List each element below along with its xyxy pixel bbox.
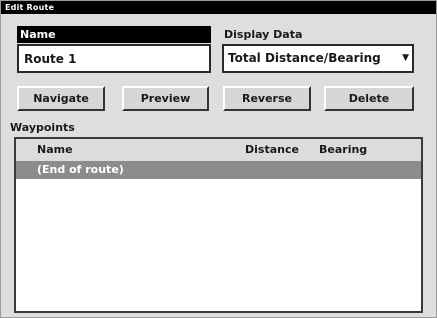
dropdown-arrow-icon[interactable]: ▼ <box>402 46 409 71</box>
waypoints-list[interactable]: Name Distance Bearing (End of route) <box>14 137 423 313</box>
title-bar: Edit Route <box>1 1 436 14</box>
reverse-button[interactable]: Reverse <box>223 86 311 111</box>
delete-button[interactable]: Delete <box>324 86 414 111</box>
window-title: Edit Route <box>5 3 55 12</box>
preview-button[interactable]: Preview <box>122 86 209 111</box>
route-name-input[interactable] <box>17 44 211 73</box>
navigate-button[interactable]: Navigate <box>17 86 105 111</box>
waypoint-row-name: (End of route) <box>37 163 124 176</box>
waypoint-row-end-of-route[interactable]: (End of route) <box>16 161 421 179</box>
waypoints-label: Waypoints <box>10 121 75 134</box>
column-header-distance[interactable]: Distance <box>245 143 299 157</box>
column-header-name[interactable]: Name <box>37 143 73 157</box>
edit-route-window: Edit Route Name Display Data Total Dista… <box>0 0 437 318</box>
waypoints-list-header: Name Distance Bearing <box>16 139 421 161</box>
name-label: Name <box>17 26 211 43</box>
display-data-selected-value: Total Distance/Bearing <box>228 51 381 65</box>
column-header-bearing[interactable]: Bearing <box>319 143 367 157</box>
display-data-dropdown[interactable]: Total Distance/Bearing ▼ <box>222 44 414 73</box>
display-data-label: Display Data <box>224 28 303 41</box>
